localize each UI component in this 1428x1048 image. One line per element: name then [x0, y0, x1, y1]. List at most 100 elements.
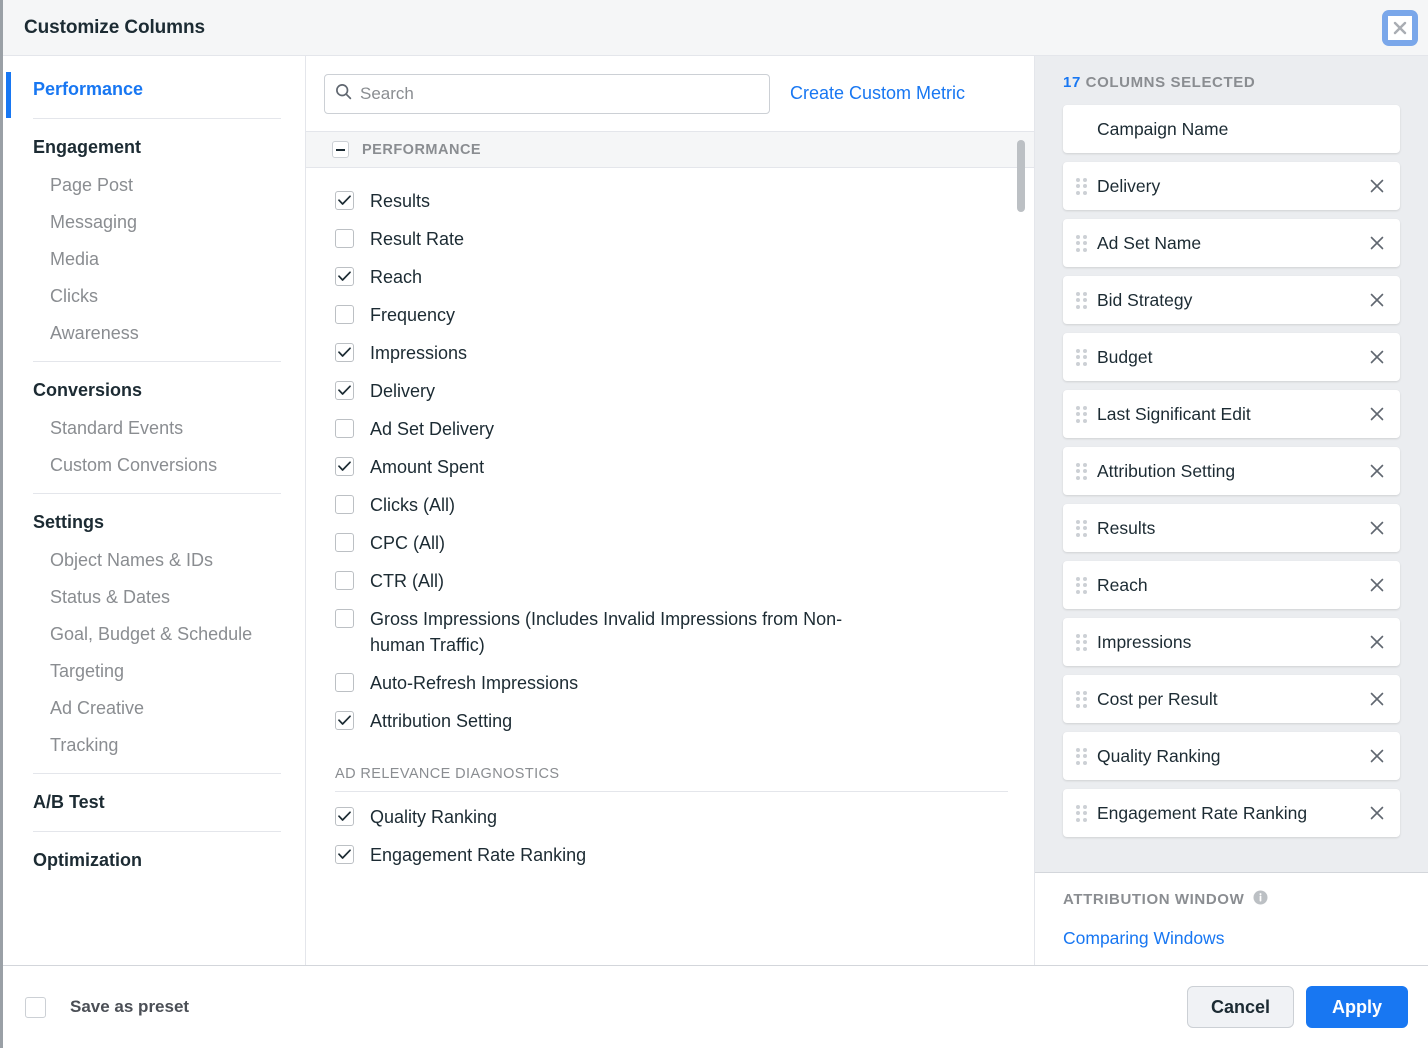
- sidebar-item-awareness[interactable]: Awareness: [3, 315, 305, 352]
- metric-row[interactable]: Attribution Setting: [306, 702, 1034, 740]
- metric-row[interactable]: CPC (All): [306, 524, 1034, 562]
- metric-row[interactable]: CTR (All): [306, 562, 1034, 600]
- create-custom-metric-link[interactable]: Create Custom Metric: [790, 83, 965, 104]
- remove-column-icon[interactable]: [1366, 574, 1388, 596]
- remove-column-icon[interactable]: [1366, 289, 1388, 311]
- drag-handle-icon[interactable]: [1076, 178, 1087, 195]
- list-item[interactable]: Budget: [1063, 333, 1400, 381]
- info-icon[interactable]: [1253, 890, 1268, 909]
- metric-checkbox-gross-impressions[interactable]: [335, 609, 354, 628]
- metric-row[interactable]: Amount Spent: [306, 448, 1034, 486]
- metric-checkbox-auto-refresh-impressions[interactable]: [335, 673, 354, 692]
- comparing-windows-link[interactable]: Comparing Windows: [1063, 928, 1400, 949]
- metric-row[interactable]: Engagement Rate Ranking: [306, 836, 1034, 874]
- list-item[interactable]: Impressions: [1063, 618, 1400, 666]
- metric-row[interactable]: Delivery: [306, 372, 1034, 410]
- metric-checkbox-clicks-all[interactable]: [335, 495, 354, 514]
- list-item[interactable]: Results: [1063, 504, 1400, 552]
- list-item[interactable]: Campaign Name: [1063, 105, 1400, 153]
- drag-handle-icon[interactable]: [1076, 577, 1087, 594]
- metric-row[interactable]: Auto-Refresh Impressions: [306, 664, 1034, 702]
- list-item[interactable]: Attribution Setting: [1063, 447, 1400, 495]
- drag-handle-icon[interactable]: [1076, 520, 1087, 537]
- metric-checkbox-reach[interactable]: [335, 267, 354, 286]
- remove-column-icon[interactable]: [1366, 745, 1388, 767]
- cancel-button[interactable]: Cancel: [1187, 986, 1294, 1028]
- drag-handle-icon[interactable]: [1076, 805, 1087, 822]
- save-as-preset-checkbox[interactable]: [25, 997, 46, 1018]
- metric-checkbox-attribution-setting[interactable]: [335, 711, 354, 730]
- metric-checkbox-frequency[interactable]: [335, 305, 354, 324]
- minus-icon[interactable]: [332, 141, 349, 158]
- metric-row[interactable]: Gross Impressions (Includes Invalid Impr…: [306, 600, 1034, 664]
- metric-checkbox-impressions[interactable]: [335, 343, 354, 362]
- remove-column-icon[interactable]: [1366, 232, 1388, 254]
- drag-handle-icon[interactable]: [1076, 634, 1087, 651]
- remove-column-icon[interactable]: [1366, 802, 1388, 824]
- apply-button[interactable]: Apply: [1306, 986, 1408, 1028]
- metric-row[interactable]: Clicks (All): [306, 486, 1034, 524]
- sidebar-item-goal-budget-schedule[interactable]: Goal, Budget & Schedule: [3, 616, 305, 653]
- sidebar-item-targeting[interactable]: Targeting: [3, 653, 305, 690]
- sidebar-item-tracking[interactable]: Tracking: [3, 727, 305, 764]
- metric-checkbox-cpc-all[interactable]: [335, 533, 354, 552]
- list-item[interactable]: Delivery: [1063, 162, 1400, 210]
- sidebar-item-ad-creative[interactable]: Ad Creative: [3, 690, 305, 727]
- drag-handle-icon[interactable]: [1076, 691, 1087, 708]
- metric-checkbox-quality-ranking[interactable]: [335, 807, 354, 826]
- sidebar-item-standard-events[interactable]: Standard Events: [3, 410, 305, 447]
- metric-row[interactable]: Results: [306, 182, 1034, 220]
- remove-column-icon[interactable]: [1366, 688, 1388, 710]
- search-input[interactable]: [360, 84, 759, 104]
- sidebar-item-settings[interactable]: Settings: [3, 503, 305, 542]
- list-item[interactable]: Quality Ranking: [1063, 732, 1400, 780]
- metric-row[interactable]: Frequency: [306, 296, 1034, 334]
- list-item[interactable]: Cost per Result: [1063, 675, 1400, 723]
- metric-checkbox-ad-set-delivery[interactable]: [335, 419, 354, 438]
- remove-column-icon[interactable]: [1366, 175, 1388, 197]
- metric-row[interactable]: Result Rate: [306, 220, 1034, 258]
- drag-handle-icon[interactable]: [1076, 463, 1087, 480]
- remove-column-icon[interactable]: [1366, 460, 1388, 482]
- list-item[interactable]: Reach: [1063, 561, 1400, 609]
- sidebar-item-object-names-ids[interactable]: Object Names & IDs: [3, 542, 305, 579]
- drag-handle-icon[interactable]: [1076, 235, 1087, 252]
- list-item[interactable]: Last Significant Edit: [1063, 390, 1400, 438]
- sidebar-item-conversions[interactable]: Conversions: [3, 371, 305, 410]
- drag-handle-icon[interactable]: [1076, 349, 1087, 366]
- sidebar-item-clicks[interactable]: Clicks: [3, 278, 305, 315]
- metric-row[interactable]: Reach: [306, 258, 1034, 296]
- metric-checkbox-ctr-all[interactable]: [335, 571, 354, 590]
- close-button[interactable]: [1382, 10, 1418, 46]
- drag-handle-icon[interactable]: [1076, 748, 1087, 765]
- metric-checkbox-engagement-rate-ranking[interactable]: [335, 845, 354, 864]
- sidebar-item-status-dates[interactable]: Status & Dates: [3, 579, 305, 616]
- sidebar-item-messaging[interactable]: Messaging: [3, 204, 305, 241]
- drag-handle-icon[interactable]: [1076, 406, 1087, 423]
- sidebar-item-ab-test[interactable]: A/B Test: [3, 783, 305, 822]
- list-item[interactable]: Ad Set Name: [1063, 219, 1400, 267]
- metric-row[interactable]: Impressions: [306, 334, 1034, 372]
- metrics-group-header-performance[interactable]: PERFORMANCE: [306, 132, 1034, 168]
- search-box[interactable]: [324, 74, 770, 114]
- sidebar-item-performance[interactable]: Performance: [3, 70, 305, 109]
- metric-checkbox-results[interactable]: [335, 191, 354, 210]
- drag-handle-icon[interactable]: [1076, 292, 1087, 309]
- remove-column-icon[interactable]: [1366, 346, 1388, 368]
- sidebar-item-custom-conversions[interactable]: Custom Conversions: [3, 447, 305, 484]
- sidebar-item-optimization[interactable]: Optimization: [3, 841, 305, 880]
- metric-checkbox-amount-spent[interactable]: [335, 457, 354, 476]
- metrics-scrollbar[interactable]: [1017, 140, 1025, 212]
- sidebar-item-media[interactable]: Media: [3, 241, 305, 278]
- sidebar-item-engagement[interactable]: Engagement: [3, 128, 305, 167]
- remove-column-icon[interactable]: [1366, 631, 1388, 653]
- sidebar-item-page-post[interactable]: Page Post: [3, 167, 305, 204]
- metric-checkbox-delivery[interactable]: [335, 381, 354, 400]
- metric-row[interactable]: Quality Ranking: [306, 792, 1034, 836]
- list-item[interactable]: Bid Strategy: [1063, 276, 1400, 324]
- metric-row[interactable]: Ad Set Delivery: [306, 410, 1034, 448]
- metric-checkbox-result-rate[interactable]: [335, 229, 354, 248]
- remove-column-icon[interactable]: [1366, 403, 1388, 425]
- list-item[interactable]: Engagement Rate Ranking: [1063, 789, 1400, 837]
- remove-column-icon[interactable]: [1366, 517, 1388, 539]
